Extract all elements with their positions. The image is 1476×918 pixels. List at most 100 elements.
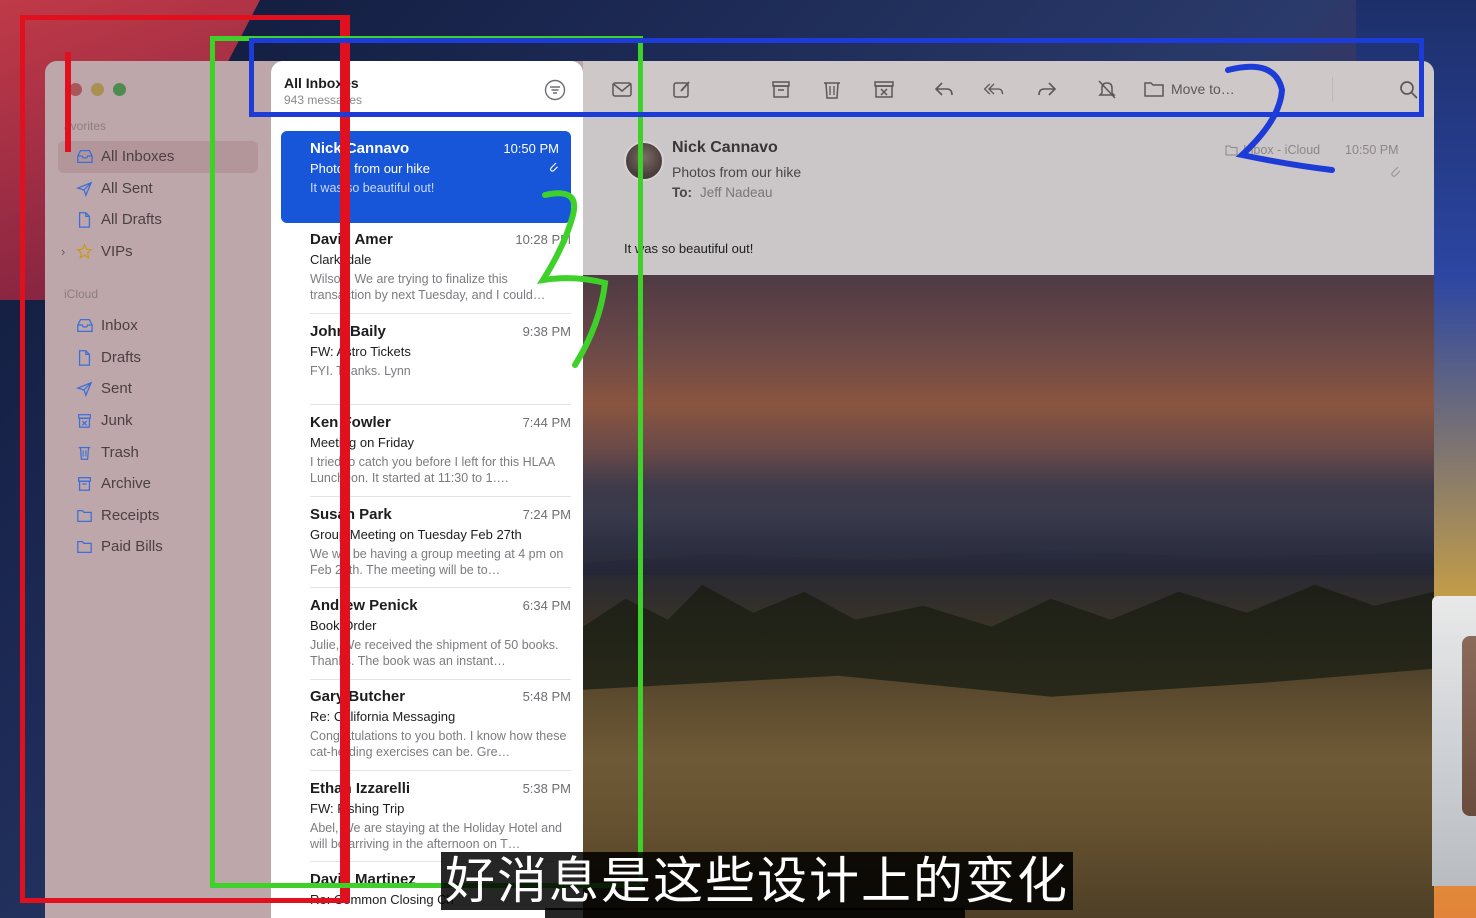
paperplane-icon [75,380,93,398]
sidebar-item-label: Paid Bills [101,538,163,556]
message-subject: Photos from our hike [672,164,802,180]
sidebar-item-inbox[interactable]: Inbox [45,310,271,342]
message-row[interactable]: John Baily 9:38 PM FW: Astro Tickets FYI. T… [271,314,583,406]
sidebar-item-label: All Drafts [101,211,162,229]
message-time: 10:50 PM [1345,143,1399,157]
message-sender: Ethan Izzarelli [310,779,411,797]
video-subtitle-secondary [545,908,965,918]
tray-icon [75,317,93,335]
icloud-header: iCloud [64,287,99,301]
message-preview: Congratulations to you both. I know how … [310,729,567,760]
message-row[interactable]: Andrew Penick 6:34 PM Book Order Julie, We … [271,588,583,680]
sidebar-item-label: Receipts [101,506,160,524]
message-time: 7:44 PM [522,415,571,431]
forward-button[interactable] [1035,78,1059,100]
sidebar-item-label: Drafts [101,348,142,366]
favorites-section: avorites All Inboxes All Sent All Drafts › V… [45,116,271,267]
reply-button[interactable] [932,78,956,100]
message-count: 943 messages [284,93,363,107]
message-sender: Ken Fowler [310,414,391,432]
attached-photo[interactable] [583,275,1434,918]
icloud-section: iCloud Inbox Drafts Sent Junk Trash Archive Re… [45,284,271,563]
sidebar-item-archive[interactable]: Archive [45,468,271,500]
junk-icon [874,81,894,98]
move-to-button[interactable]: Move to… [1143,77,1333,101]
recipient-name[interactable]: Jeff Nadeau [700,185,773,200]
filter-button[interactable] [544,79,566,101]
photo-mountains [583,551,1434,576]
sidebar-item-trash[interactable]: Trash [45,436,271,468]
message-time: 10:50 PM [503,141,559,156]
folder-icon [1144,82,1164,97]
sidebar-item-receipts[interactable]: Receipts [45,500,271,532]
sidebar-item-drafts[interactable]: Drafts [45,342,271,374]
message-row[interactable]: Susan Park 7:24 PM Group Meeting on Tuesda… [271,497,583,589]
photo-treeline [583,584,1434,697]
sidebar: avorites All Inboxes All Sent All Drafts › V… [45,61,271,918]
message-row[interactable]: Ethan Izzarelli 5:38 PM FW: Fishing Trip Ab… [271,771,583,863]
junk-button[interactable] [872,78,896,100]
delete-button[interactable] [820,78,844,100]
zoom-window-button[interactable] [113,83,126,96]
mail-window: avorites All Inboxes All Sent All Drafts › V… [45,61,1434,918]
message-subject: FW: Astro Tickets [310,343,411,359]
message-subject: Photos from our hike [310,161,430,176]
message-list: All Inboxes 943 messages Nick Cannavo 10:… [271,61,583,918]
presenter-video [1432,596,1476,886]
window-controls [69,83,126,96]
message-preview: We will be having a group meeting at 4 p… [310,546,564,577]
sidebar-item-all-sent[interactable]: All Sent [45,173,271,205]
archive-button[interactable] [769,78,793,100]
sidebar-item-sent[interactable]: Sent [45,373,271,405]
message-preview: I tried to catch you before I left for t… [310,455,555,486]
compose-button[interactable] [670,78,694,100]
sidebar-item-label: All Inboxes [101,148,175,166]
reply-all-button[interactable] [982,78,1006,100]
message-preview: Julie, We received the shipment of 50 bo… [310,638,559,668]
sidebar-item-label: Archive [101,475,152,493]
folder-icon [75,506,93,524]
mute-button[interactable] [1095,78,1119,100]
sidebar-item-label: Sent [101,380,132,398]
message-row[interactable]: Gary Butcher 5:48 PM Re: California Messag… [271,679,583,771]
sidebar-item-label: Inbox [101,317,138,335]
folder-icon [75,538,93,556]
sidebar-item-all-drafts[interactable]: All Drafts [45,204,271,236]
recipient-line: To: Jeff Nadeau [672,185,773,200]
message-sender: Gary Butcher [310,688,406,706]
search-button[interactable] [1397,78,1421,100]
message-preview: It was so beautiful out! [310,181,435,195]
message-sender: Andrew Penick [310,597,418,614]
get-mail-button[interactable] [610,78,634,100]
close-window-button[interactable] [69,83,82,96]
message-preview: FYI. Thanks. Lynn [310,363,411,378]
message-sender: Nick Cannavo [310,140,410,157]
sidebar-item-paid-bills[interactable]: Paid Bills [45,531,271,563]
mailbox-name: Inbox - iCloud [1243,143,1321,157]
forward-icon [1038,82,1057,96]
message-time: 5:48 PM [522,689,571,705]
message-sender: Susan Park [310,505,392,523]
sidebar-item-junk[interactable]: Junk [45,405,271,437]
chevron-right-icon[interactable]: › [61,244,65,259]
message-row[interactable]: David Amer 10:28 PM Clarksdale Wilson, We a… [271,222,583,314]
message-viewer: Move to… Nick Cannavo Photos from our hi… [583,61,1434,918]
message-row[interactable]: Ken Fowler 7:44 PM Meeting on Friday I trie… [271,405,583,497]
sidebar-item-all-inboxes[interactable]: All Inboxes [58,141,258,173]
message-row[interactable]: Nick Cannavo 10:50 PM Photos from our hike… [281,131,571,223]
sidebar-item-label: Trash [101,443,139,461]
paperclip-icon [550,162,558,172]
minimize-window-button[interactable] [91,83,104,96]
message-time: 5:38 PM [522,780,571,796]
message-time: 9:38 PM [522,323,571,339]
toolbar: Move to… [583,61,1434,117]
message-subject: Clarksdale [310,252,372,268]
envelope-icon [612,82,632,97]
paperplane-icon [75,179,93,197]
sidebar-item-label: All Sent [101,179,153,197]
favorites-header: avorites [64,119,107,133]
message-subject: Group Meeting on Tuesday Feb 27th [310,526,522,542]
bell-slash-icon [1098,80,1116,99]
sidebar-item-vips[interactable]: › VIPs [45,236,271,268]
video-subtitle: 好消息是这些设计上的变化 [441,852,1073,910]
